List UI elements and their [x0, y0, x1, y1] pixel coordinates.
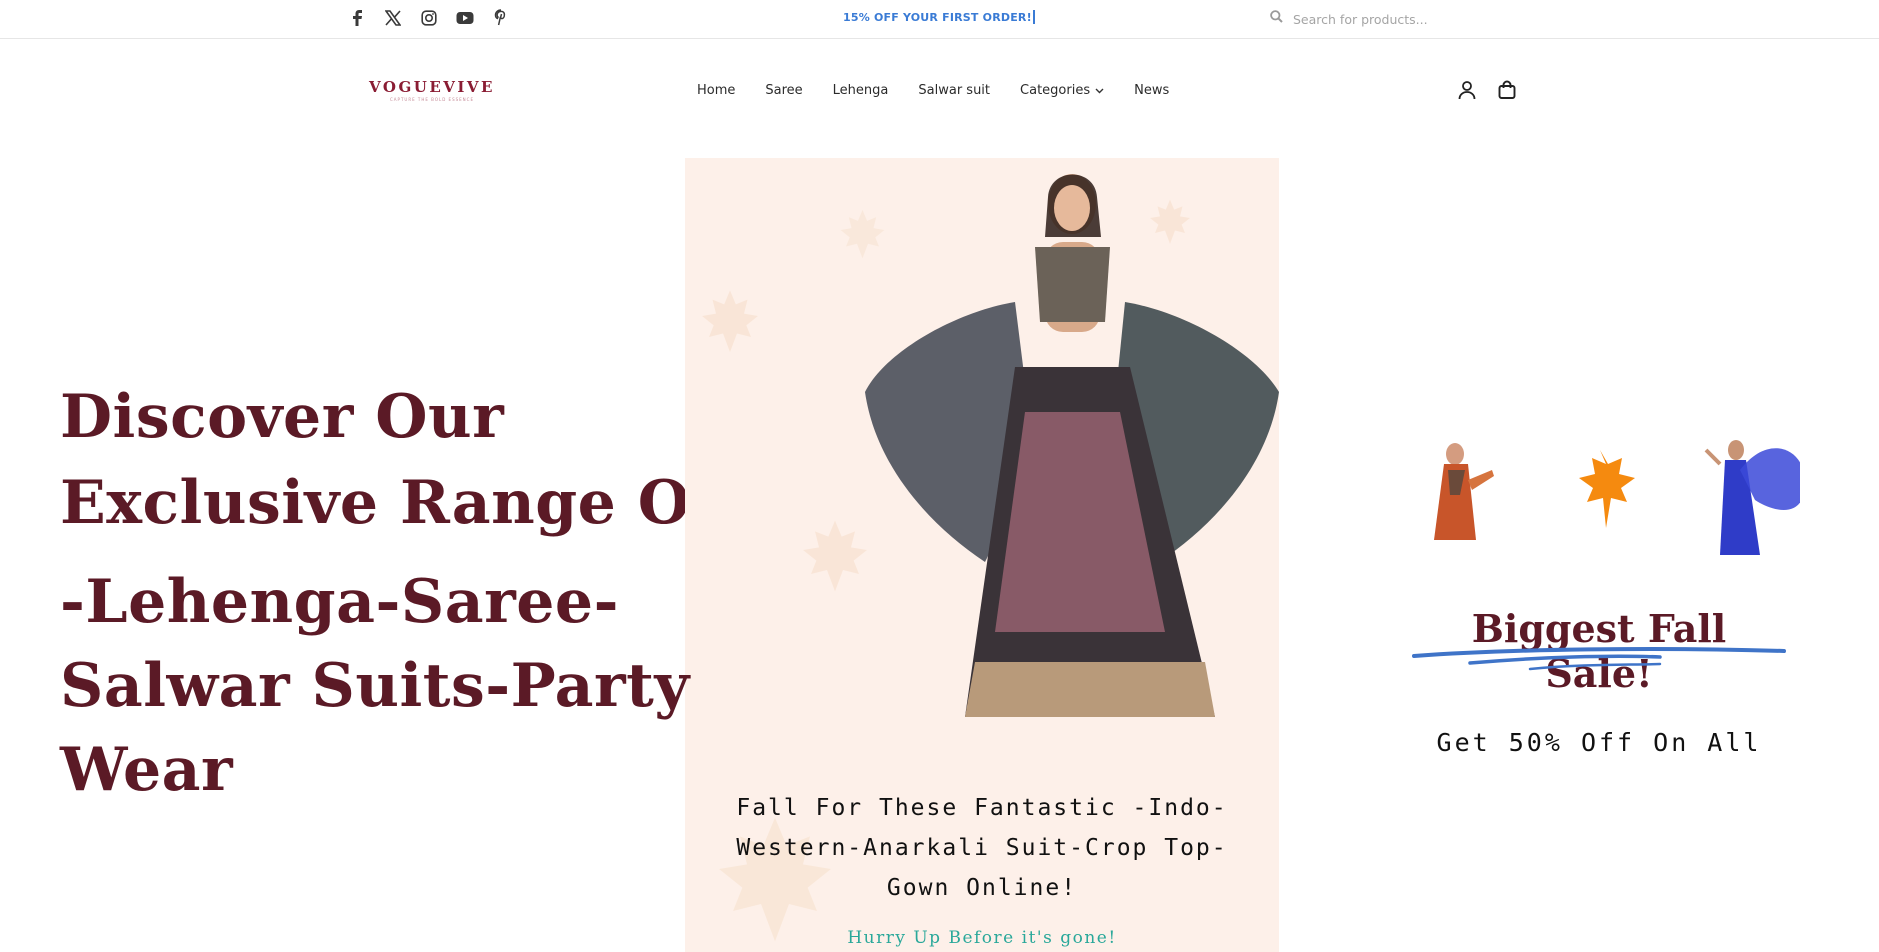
- chevron-down-icon: [1095, 88, 1104, 93]
- main-nav: Home Saree Lehenga Salwar suit Categorie…: [697, 83, 1169, 98]
- hero-headline-2: -Lehenga-Saree-Salwar Suits-Party Wear: [60, 567, 690, 805]
- search-input[interactable]: [1293, 11, 1493, 27]
- saree-model-thumbnail[interactable]: [1434, 443, 1494, 540]
- promo-text: 15% OFF YOUR FIRST ORDER!: [843, 11, 1032, 24]
- brush-underline-decoration: [1412, 646, 1786, 671]
- text-caret: [1032, 10, 1035, 24]
- logo-wordmark: VOGUEVIVE: [369, 78, 495, 96]
- site-header: VOGUEVIVE CAPTURE THE BOLD ESSENCE Home …: [0, 39, 1879, 143]
- maple-leaf-decoration: [702, 290, 758, 353]
- maple-leaf-icon: [1579, 450, 1635, 528]
- x-twitter-icon[interactable]: [383, 8, 402, 27]
- site-logo[interactable]: VOGUEVIVE CAPTURE THE BOLD ESSENCE: [364, 78, 500, 103]
- logo-tagline: CAPTURE THE BOLD ESSENCE: [390, 97, 474, 102]
- nav-lehenga[interactable]: Lehenga: [833, 83, 889, 98]
- panel-title: Fall For These Fantastic -Indo-Western-A…: [736, 795, 1228, 901]
- hero-headline-1: Discover Our Exclusive Range Of: [60, 382, 717, 538]
- account-icon[interactable]: [1457, 80, 1477, 100]
- nav-categories[interactable]: Categories: [1020, 83, 1104, 98]
- promo-banner: 15% OFF YOUR FIRST ORDER!: [843, 10, 1035, 24]
- gown-model-thumbnail[interactable]: [1704, 440, 1800, 555]
- panel-subtitle[interactable]: Hurry Up Before it's gone!: [685, 928, 1279, 948]
- search-box: [1270, 6, 1530, 32]
- search-icon[interactable]: [1270, 10, 1283, 28]
- top-bar: 15% OFF YOUR FIRST ORDER!: [0, 0, 1879, 39]
- shopping-bag-icon[interactable]: [1497, 80, 1517, 100]
- nav-news[interactable]: News: [1134, 83, 1169, 98]
- nav-saree[interactable]: Saree: [765, 83, 802, 98]
- maple-leaf-decoration: [803, 520, 867, 592]
- social-links: [347, 8, 510, 27]
- nav-salwar-suit[interactable]: Salwar suit: [918, 83, 990, 98]
- nav-categories-label: Categories: [1020, 83, 1091, 98]
- sale-offer-text: Get 50% Off On All: [1436, 728, 1762, 757]
- pinterest-icon[interactable]: [491, 8, 510, 27]
- promo-thumbnails: [1434, 440, 1800, 555]
- instagram-icon[interactable]: [419, 8, 438, 27]
- hero-product-panel: Fall For These Fantastic -Indo-Western-A…: [685, 158, 1279, 952]
- lehenga-model-image[interactable]: [865, 162, 1279, 722]
- facebook-icon[interactable]: [347, 8, 366, 27]
- youtube-icon[interactable]: [455, 8, 474, 27]
- nav-home[interactable]: Home: [697, 83, 735, 98]
- header-icons: [1457, 80, 1517, 100]
